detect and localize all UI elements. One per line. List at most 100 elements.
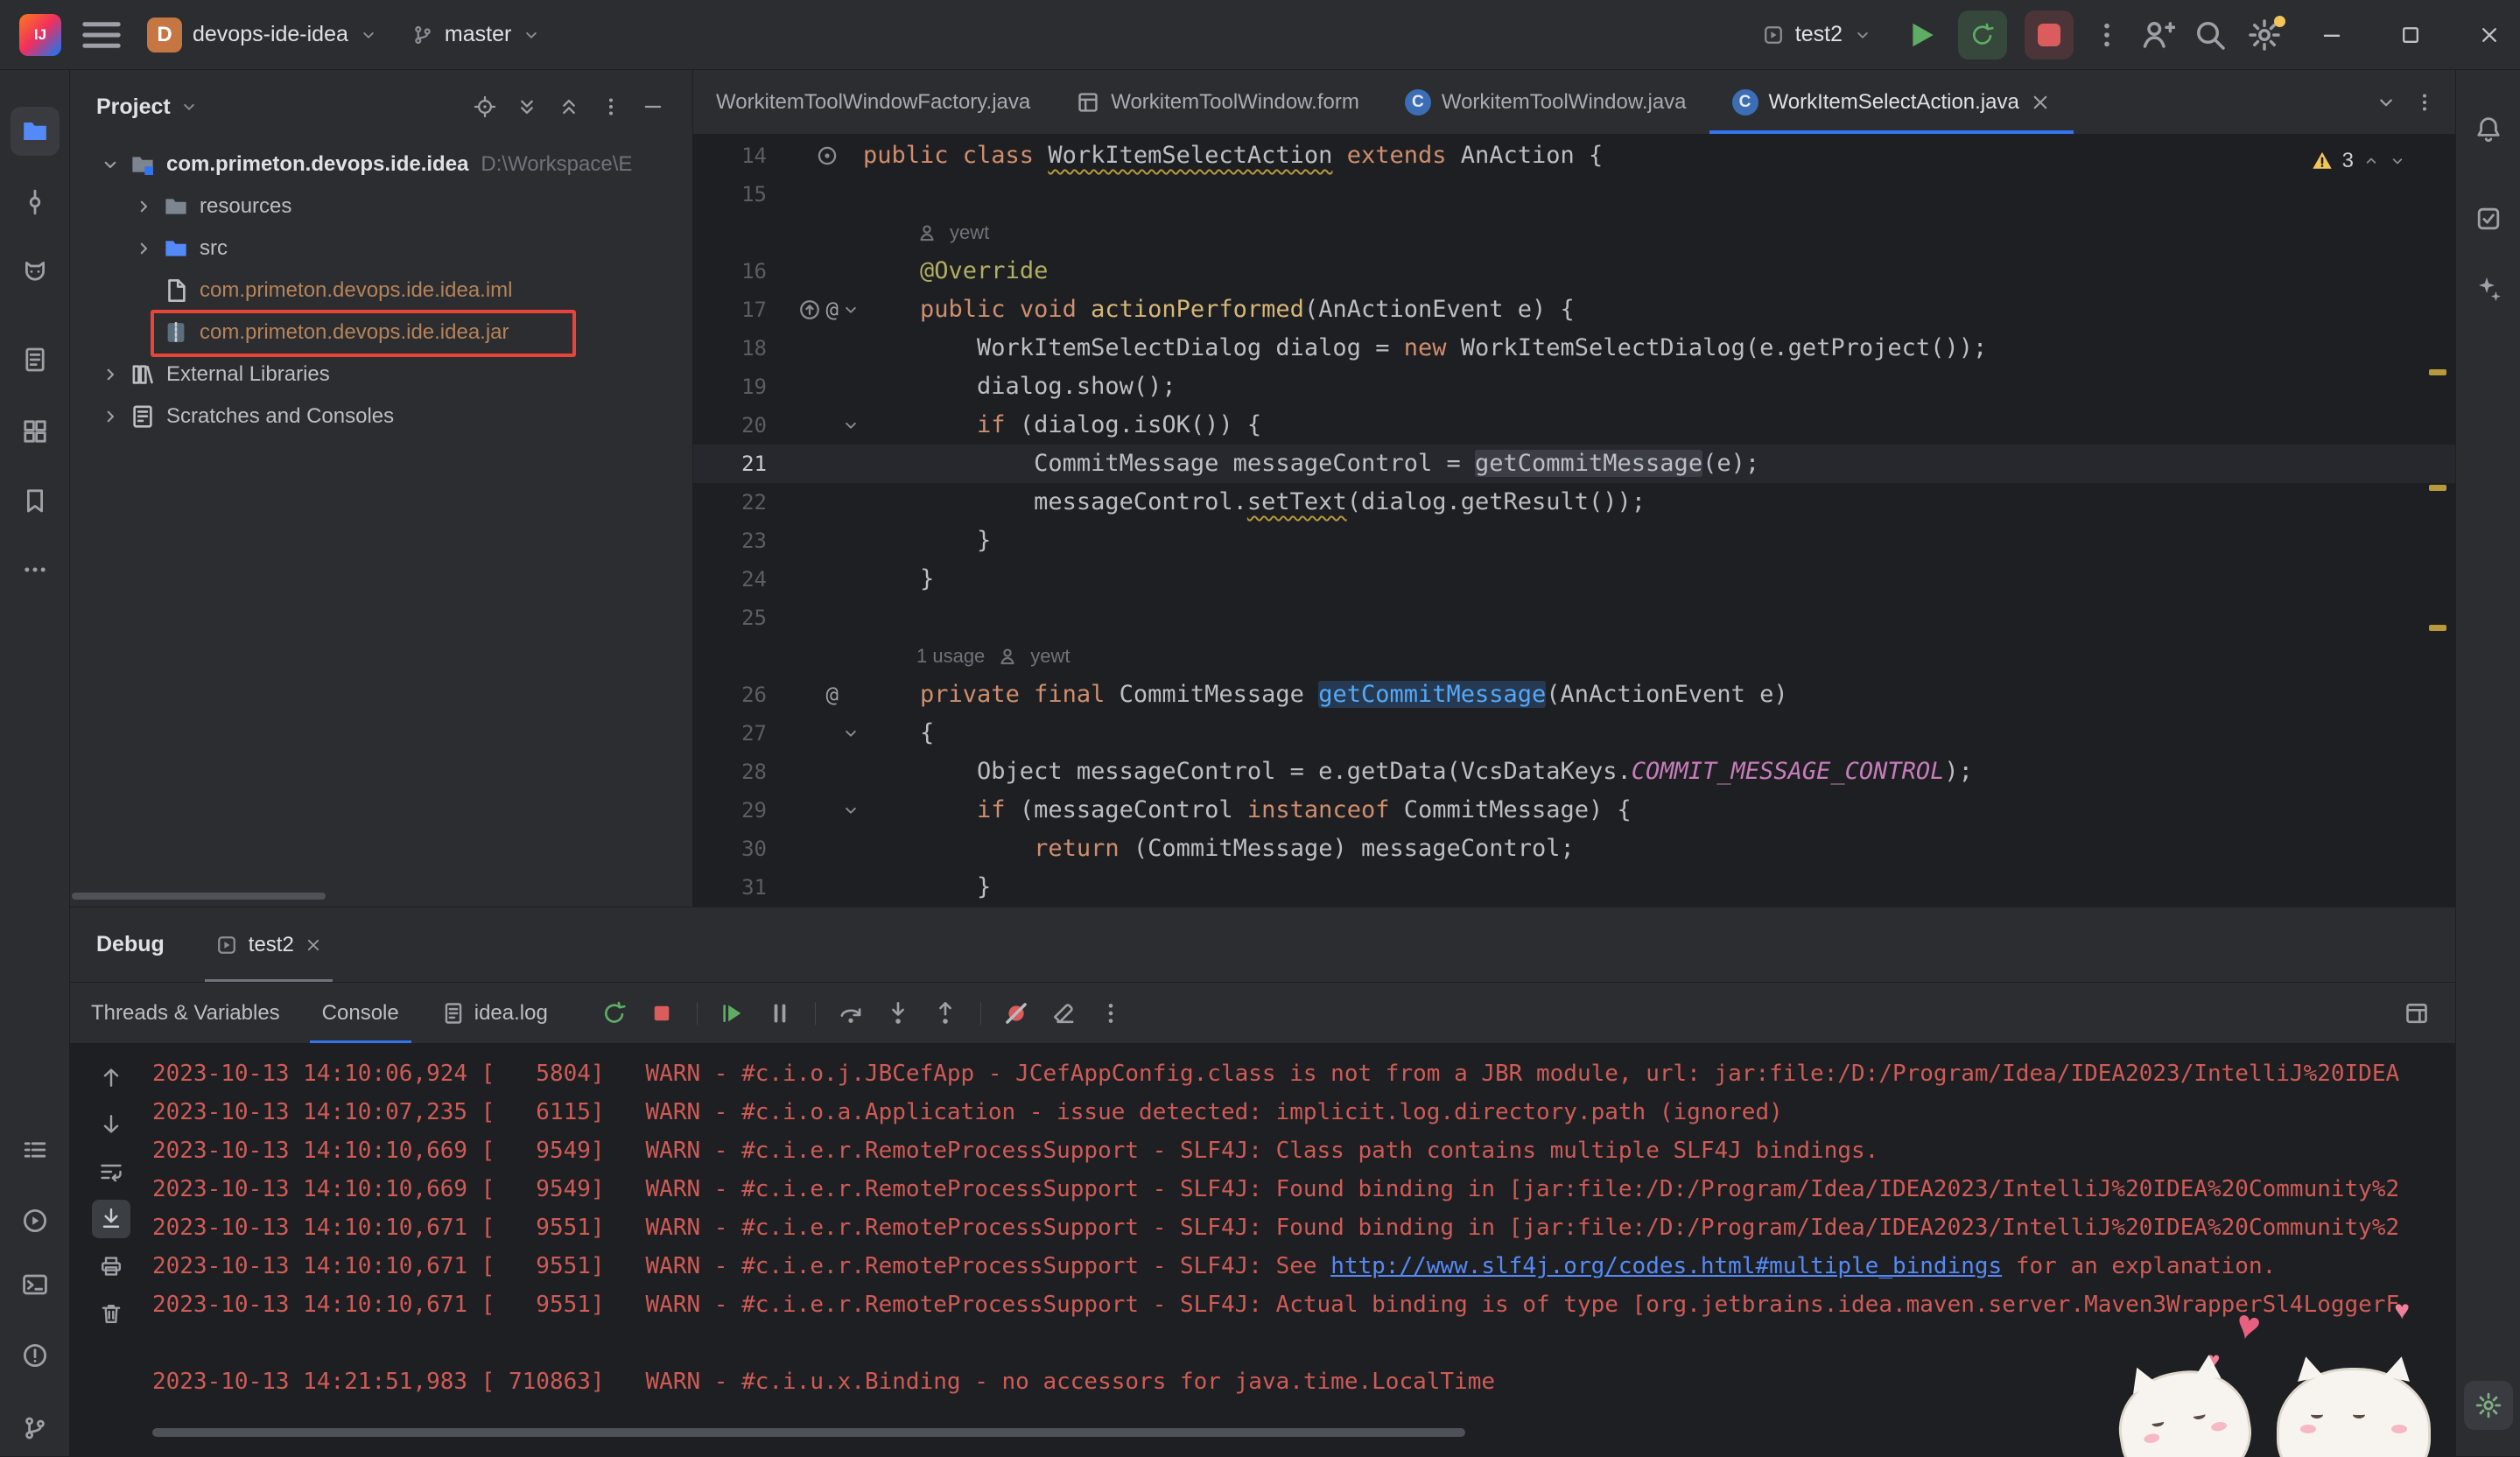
rerun-button[interactable] [593, 992, 635, 1034]
stop-process-button[interactable] [641, 992, 683, 1034]
code-line[interactable]: 17@ public void actionPerformed(AnAction… [693, 291, 2455, 329]
error-stripe-mark[interactable] [2429, 369, 2446, 375]
scroll-to-end-icon[interactable] [92, 1200, 130, 1238]
close-window-button[interactable] [2459, 0, 2520, 70]
console-horizontal-scrollbar[interactable] [152, 1428, 1465, 1437]
print-icon[interactable] [92, 1247, 130, 1285]
project-panel-title[interactable]: Project [96, 95, 171, 120]
project-horizontal-scrollbar[interactable] [72, 893, 326, 900]
version-control-tool-icon[interactable] [11, 1404, 60, 1453]
console-output[interactable]: 2023-10-13 14:10:06,924 [ 5804] WARN - #… [152, 1044, 2455, 1456]
debug-view-tab[interactable]: Threads & Variables [70, 983, 301, 1043]
branch-widget[interactable]: master [399, 11, 553, 60]
next-problem-icon[interactable] [2389, 152, 2406, 170]
inspections-widget[interactable]: 3 [2311, 149, 2406, 173]
problems-tool-icon[interactable] [11, 1331, 60, 1380]
chevron-right-icon[interactable] [128, 233, 159, 264]
annotation-gutter-icon[interactable]: @ [826, 683, 839, 707]
error-stripe-mark[interactable] [2429, 625, 2446, 631]
terminal-tool-icon[interactable] [11, 1260, 60, 1309]
hide-panel-icon[interactable] [636, 90, 670, 123]
project-widget[interactable]: D devops-ide-idea [135, 11, 390, 60]
tree-item[interactable]: src [70, 228, 692, 270]
fold-chevron-icon[interactable] [839, 801, 863, 820]
editor-tab[interactable]: CWorkitemToolWindow.java [1382, 70, 1709, 134]
code-line[interactable]: 15 [693, 175, 2455, 214]
code-line[interactable]: 21 CommitMessage messageControl = getCom… [693, 445, 2455, 483]
tree-item[interactable]: com.primeton.devops.ide.ideaD:\Workspace… [70, 144, 692, 186]
project-tool-icon[interactable] [11, 107, 60, 156]
step-over-button[interactable] [830, 992, 872, 1034]
code-editor[interactable]: 14public class WorkItemSelectAction exte… [693, 135, 2455, 907]
pause-button[interactable] [759, 992, 801, 1034]
up-stack-icon[interactable] [92, 1058, 130, 1096]
chevron-right-icon[interactable] [95, 359, 126, 390]
search-everywhere-icon[interactable] [2193, 18, 2228, 53]
panel-options-icon[interactable] [594, 90, 628, 123]
main-menu-icon[interactable] [77, 11, 126, 60]
bookmarks-tool-icon[interactable] [11, 476, 60, 525]
layout-settings-icon[interactable] [2396, 992, 2438, 1034]
code-line[interactable]: 27 { [693, 714, 2455, 753]
more-tool-windows-icon[interactable] [11, 545, 60, 594]
overriding-method-icon[interactable] [798, 298, 821, 321]
code-with-me-icon[interactable] [2140, 18, 2175, 53]
maximize-button[interactable] [2380, 0, 2441, 70]
editor-tab[interactable]: CWorkItemSelectAction.java [1709, 70, 2074, 134]
todo-tool-icon[interactable] [11, 1125, 60, 1174]
dependencies-tool-icon[interactable] [11, 407, 60, 456]
code-line[interactable]: 20 if (dialog.isOK()) { [693, 406, 2455, 445]
clear-button[interactable] [1042, 992, 1085, 1034]
debug-panel-title[interactable]: Debug [96, 932, 165, 957]
tree-item[interactable]: Scratches and Consoles [70, 396, 692, 438]
gradle-tool-icon[interactable] [2464, 194, 2513, 243]
down-stack-icon[interactable] [92, 1105, 130, 1144]
fold-chevron-icon[interactable] [839, 416, 863, 435]
fold-chevron-icon[interactable] [839, 724, 863, 743]
services-tool-icon[interactable] [11, 1196, 60, 1245]
hidden-tabs-icon[interactable] [2375, 91, 2397, 114]
code-line[interactable]: 26@ private final CommitMessage getCommi… [693, 676, 2455, 714]
code-line[interactable]: 29 if (messageControl instanceof CommitM… [693, 791, 2455, 830]
debug-more-icon[interactable] [1090, 992, 1132, 1034]
structure-tool-icon[interactable] [11, 335, 60, 384]
step-out-button[interactable] [924, 992, 966, 1034]
inlay-hint[interactable]: yewt [693, 214, 2455, 252]
mute-breakpoints-button[interactable] [995, 992, 1037, 1034]
close-tab-icon[interactable] [2030, 92, 2051, 113]
code-line[interactable]: 18 WorkItemSelectDialog dialog = new Wor… [693, 329, 2455, 368]
gutter-reference-icon[interactable] [816, 144, 839, 167]
code-line[interactable]: 16 @Override [693, 252, 2455, 291]
collapse-all-icon[interactable] [552, 90, 586, 123]
pull-requests-icon[interactable] [11, 249, 60, 298]
debug-view-tab[interactable]: Console [301, 983, 420, 1043]
resume-button[interactable] [712, 992, 754, 1034]
commit-tool-icon[interactable] [11, 178, 60, 227]
chevron-down-icon[interactable] [179, 97, 199, 116]
tree-item[interactable]: External Libraries [70, 354, 692, 396]
code-line[interactable]: 30 return (CommitMessage) messageControl… [693, 830, 2455, 868]
code-line[interactable]: 28 Object messageControl = e.getData(Vcs… [693, 753, 2455, 791]
minimize-button[interactable] [2301, 0, 2362, 70]
locate-file-icon[interactable] [468, 90, 502, 123]
close-session-icon[interactable] [305, 936, 322, 954]
more-actions-icon[interactable] [2091, 19, 2123, 51]
inlay-hint[interactable]: 1 usageyewt [693, 637, 2455, 676]
stop-button[interactable] [2025, 11, 2074, 60]
chevron-right-icon[interactable] [95, 401, 126, 432]
prev-problem-icon[interactable] [2362, 152, 2380, 170]
chevron-down-icon[interactable] [95, 149, 126, 180]
code-line[interactable]: 31 } [693, 868, 2455, 907]
ai-assistant-icon[interactable] [2464, 264, 2513, 313]
clear-all-icon[interactable] [92, 1294, 130, 1333]
run-button[interactable] [1902, 16, 1941, 54]
expand-all-icon[interactable] [510, 90, 544, 123]
code-line[interactable]: 24 } [693, 560, 2455, 599]
debug-rerun-button[interactable] [1958, 11, 2007, 60]
soft-wrap-icon[interactable] [92, 1152, 130, 1191]
run-config-widget[interactable]: test2 [1750, 11, 1885, 60]
step-into-button[interactable] [877, 992, 919, 1034]
plugin-settings-icon[interactable] [2464, 1381, 2513, 1430]
code-line[interactable]: 22 messageControl.setText(dialog.getResu… [693, 483, 2455, 522]
code-line[interactable]: 14public class WorkItemSelectAction exte… [693, 137, 2455, 175]
